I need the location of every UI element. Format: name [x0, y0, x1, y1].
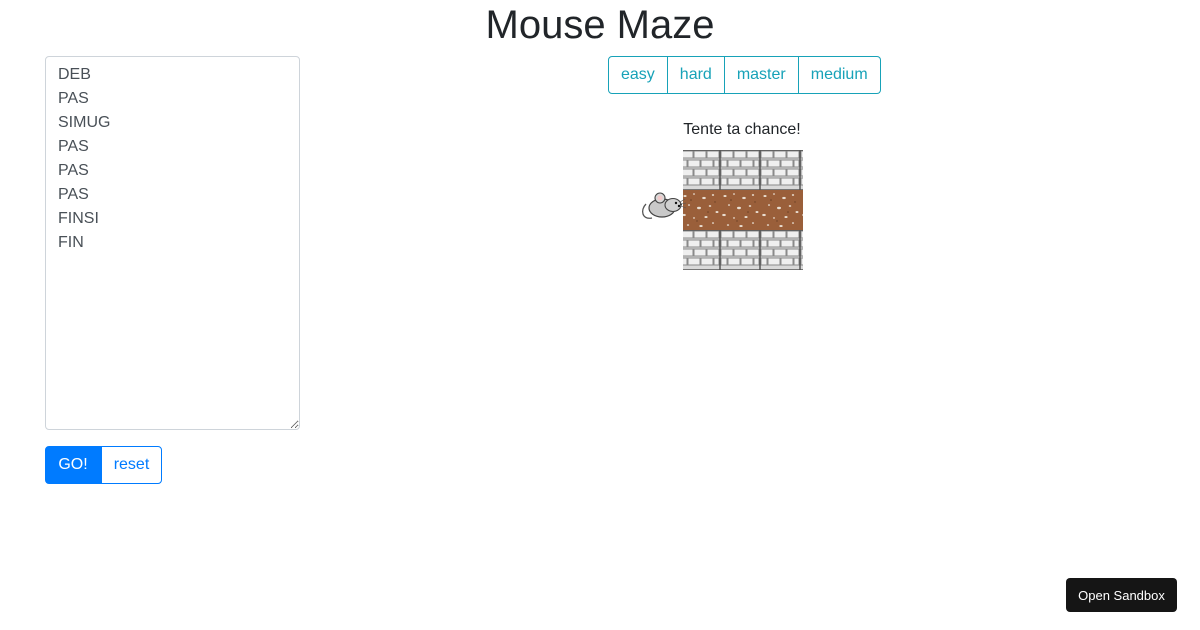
maze-board: [641, 150, 803, 270]
maze-wall-tile: [723, 150, 763, 190]
code-editor[interactable]: [45, 56, 300, 430]
level-hard-button[interactable]: hard: [667, 56, 725, 94]
page-title: Mouse Maze: [485, 3, 715, 47]
go-button[interactable]: GO!: [45, 446, 101, 484]
maze-path-tile: [763, 190, 803, 230]
reset-button[interactable]: reset: [101, 446, 162, 484]
maze-wall-tile: [763, 230, 803, 270]
maze-path-tile: [723, 190, 763, 230]
maze-wall-tile: [723, 230, 763, 270]
maze-wall-tile: [683, 230, 723, 270]
maze-wall-tile: [683, 150, 723, 190]
level-medium-button[interactable]: medium: [798, 56, 881, 94]
maze-wall-tile: [763, 150, 803, 190]
open-sandbox-button[interactable]: Open Sandbox: [1066, 578, 1177, 612]
level-easy-button[interactable]: easy: [608, 56, 668, 94]
mouse-sprite: [641, 192, 687, 219]
level-selector: easy hard master medium: [608, 56, 881, 94]
game-status-text: Tente ta chance!: [683, 121, 801, 138]
page: Mouse Maze GO! reset easy hard master me…: [0, 0, 1200, 630]
level-master-button[interactable]: master: [724, 56, 799, 94]
maze-path-tile: [683, 190, 723, 230]
